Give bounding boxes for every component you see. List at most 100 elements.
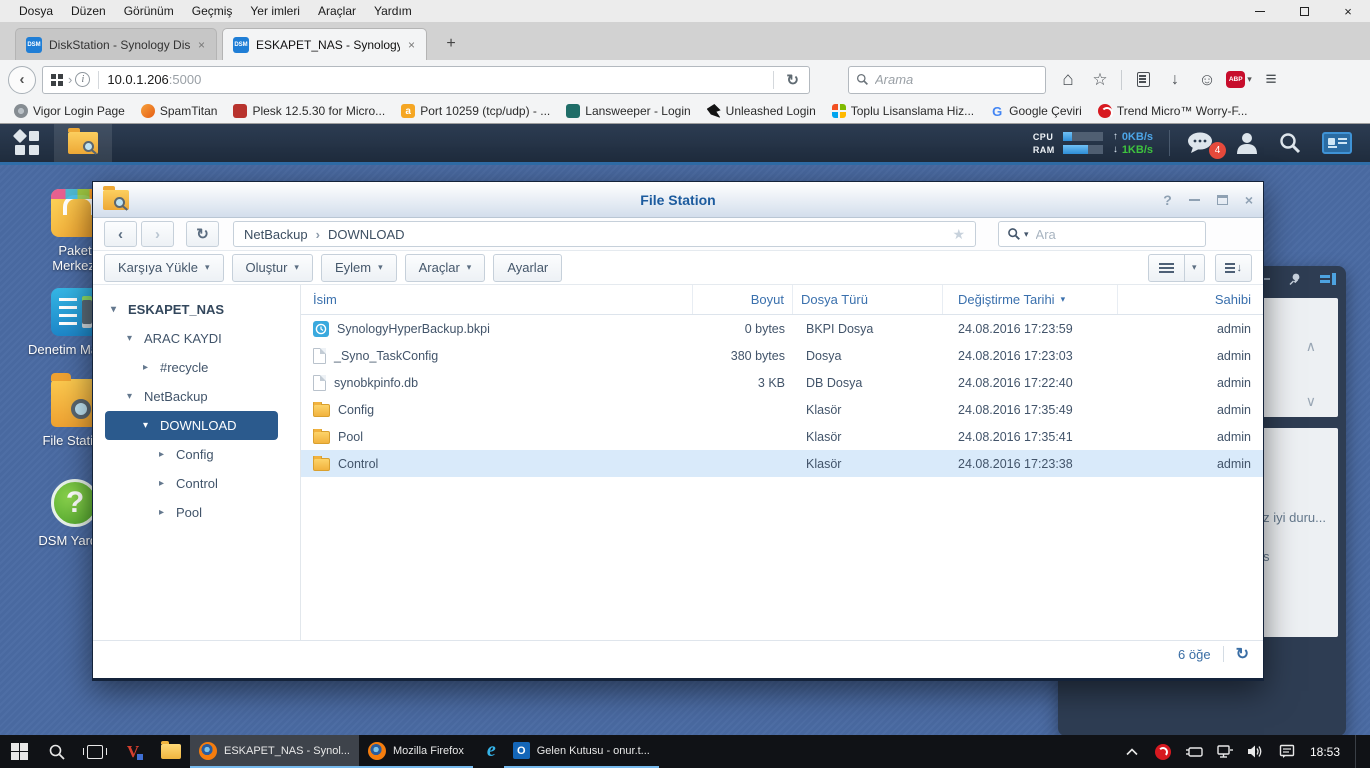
tree-item-control[interactable]: ▸ Control [93, 469, 300, 498]
menu-dosya[interactable]: Dosya [10, 1, 62, 21]
downloads-icon[interactable]: ↓ [1161, 66, 1189, 94]
notifications-button[interactable]: 4 [1186, 131, 1216, 155]
tree-item-download-selected[interactable]: ▾ DOWNLOAD [105, 411, 278, 440]
back-button[interactable]: ‹ [8, 66, 36, 94]
reload-icon[interactable]: ↻ [782, 71, 803, 89]
bookmark-trendmicro[interactable]: Trend Micro™ Worry-F... [1092, 102, 1254, 120]
trendmicro-tray-button[interactable] [1151, 739, 1175, 765]
file-row[interactable]: synobkpinfo.db 3 KB DB Dosya 24.08.2016 … [301, 369, 1263, 396]
bookmark-star-icon[interactable]: ☆ [1086, 66, 1114, 94]
tree-item-config[interactable]: ▸ Config [93, 440, 300, 469]
view-mode-button[interactable]: ▾ [1148, 254, 1205, 282]
task-view-button[interactable] [76, 735, 114, 768]
pin-icon[interactable] [1288, 272, 1302, 286]
bookmark-toplu[interactable]: Toplu Lisanslama Hiz... [826, 102, 980, 120]
window-close-icon[interactable]: × [1245, 192, 1253, 208]
window-help-icon[interactable]: ? [1163, 192, 1172, 208]
chevron-up-icon[interactable]: ∧ [1306, 338, 1316, 355]
breadcrumb-current[interactable]: DOWNLOAD [328, 227, 405, 242]
column-header-type[interactable]: Dosya Türü [793, 285, 943, 314]
main-menu-button[interactable] [0, 124, 54, 162]
tray-expand-button[interactable] [1120, 739, 1144, 765]
widget-dock-icon[interactable] [1320, 273, 1336, 285]
nav-back-button[interactable]: ‹ [104, 221, 137, 247]
menu-hamburger-icon[interactable]: ≡ [1257, 66, 1285, 94]
column-header-owner[interactable]: Sahibi [1118, 285, 1263, 314]
bookmark-lansweeper[interactable]: Lansweeper - Login [560, 102, 696, 120]
taskbar-tile-ie[interactable]: e [479, 735, 504, 768]
home-icon[interactable]: ⌂ [1054, 66, 1082, 94]
file-row[interactable]: SynologyHyperBackup.bkpi 0 bytes BKPI Do… [301, 315, 1263, 342]
tree-item-recycle[interactable]: ▸ #recycle [93, 353, 300, 382]
sort-button[interactable]: ↓ [1215, 254, 1253, 282]
favorite-star-icon[interactable]: ★ [952, 226, 965, 243]
taskbar-tile-outlook[interactable]: O Gelen Kutusu - onur.t... [504, 735, 659, 768]
tree-item-eskapet-nas[interactable]: ▾ ESKAPET_NAS [93, 295, 300, 324]
menu-duzen[interactable]: Düzen [62, 1, 115, 21]
new-tab-button[interactable]: + [438, 33, 464, 55]
column-header-date[interactable]: Değiştirme Tarihi ▾ [943, 285, 1118, 314]
taskbar-tile-firefox[interactable]: Mozilla Firefox [359, 735, 473, 768]
bookmark-vigor[interactable]: Vigor Login Page [8, 102, 131, 120]
file-row-highlighted[interactable]: Control Klasör 24.08.2016 17:23:38 admin [301, 450, 1263, 477]
file-search-input[interactable] [1036, 227, 1197, 242]
filestation-taskbar-button[interactable] [54, 124, 112, 162]
taskbar-search-button[interactable] [38, 735, 76, 768]
dsm-search-button[interactable] [1278, 131, 1302, 155]
window-maximize-icon[interactable] [1217, 195, 1228, 205]
site-identity-grid-icon[interactable] [51, 74, 63, 86]
tree-item-netbackup[interactable]: ▾ NetBackup [93, 382, 300, 411]
file-row[interactable]: Config Klasör 24.08.2016 17:35:49 admin [301, 396, 1263, 423]
menu-gecmis[interactable]: Geçmiş [183, 1, 242, 21]
start-button[interactable] [0, 735, 38, 768]
tree-expand-icon[interactable]: ▾ [143, 420, 153, 431]
list-view-icon[interactable] [1149, 255, 1184, 281]
breadcrumb[interactable]: NetBackup › DOWNLOAD ★ [233, 221, 976, 247]
search-options-caret-icon[interactable]: ▾ [1024, 229, 1029, 240]
window-minimize-icon[interactable] [1189, 199, 1200, 201]
tree-expand-icon[interactable]: ▸ [159, 507, 169, 518]
window-maximize-icon[interactable] [1282, 0, 1326, 22]
tree-expand-icon[interactable]: ▸ [159, 449, 169, 460]
upload-button[interactable]: Karşıya Yükle ▾ [104, 254, 224, 282]
tab-close-icon[interactable]: × [407, 38, 416, 52]
tree-expand-icon[interactable]: ▾ [111, 304, 121, 315]
action-button[interactable]: Eylem ▾ [321, 254, 397, 282]
bookmark-plesk[interactable]: Plesk 12.5.30 for Micro... [227, 102, 391, 120]
bookmark-port[interactable]: a Port 10259 (tcp/udp) - ... [395, 102, 556, 120]
file-explorer-button[interactable] [152, 735, 190, 768]
nav-refresh-button[interactable]: ↻ [186, 221, 219, 247]
breadcrumb-root[interactable]: NetBackup [244, 227, 308, 242]
pilot-view-button[interactable] [1322, 132, 1352, 154]
site-info-icon[interactable]: i [75, 72, 90, 87]
column-header-name[interactable]: İsim [301, 285, 693, 314]
file-row[interactable]: _Syno_TaskConfig 380 bytes Dosya 24.08.2… [301, 342, 1263, 369]
bookmark-google-ceviri[interactable]: G Google Çeviri [984, 102, 1088, 120]
window-close-icon[interactable]: × [1326, 0, 1370, 22]
menu-yardim[interactable]: Yardım [365, 1, 421, 21]
url-bar[interactable]: › i 10.0.1.206 :5000 ↻ [42, 66, 810, 94]
bookmark-unleashed[interactable]: Unleashed Login [701, 102, 822, 120]
bookmark-spamtitan[interactable]: SpamTitan [135, 102, 224, 120]
network-tray-button[interactable] [1213, 739, 1237, 765]
settings-button[interactable]: Ayarlar [493, 254, 562, 282]
tree-expand-icon[interactable]: ▸ [159, 478, 169, 489]
view-caret-icon[interactable]: ▾ [1184, 255, 1204, 281]
column-header-size[interactable]: Boyut [693, 285, 793, 314]
tab-close-icon[interactable]: × [197, 38, 206, 52]
tree-expand-icon[interactable]: ▸ [143, 362, 153, 373]
window-titlebar[interactable]: File Station ? × [93, 182, 1263, 218]
file-search-box[interactable]: ▾ [998, 221, 1206, 247]
show-desktop-button[interactable] [1355, 735, 1360, 768]
refresh-icon[interactable]: ↻ [1236, 644, 1249, 664]
adblock-plus-icon[interactable]: ABP ▾ [1225, 66, 1253, 94]
taskbar-tile-firefox-eskapet[interactable]: ESKAPET_NAS - Synol... [190, 735, 359, 768]
tab-diskstation[interactable]: DSM DiskStation - Synology Dis... × [15, 28, 217, 60]
chevron-down-icon[interactable]: ∨ [1306, 393, 1316, 410]
volume-tray-button[interactable] [1244, 739, 1268, 765]
tools-button[interactable]: Araçlar ▾ [405, 254, 486, 282]
clock[interactable]: 18:53 [1306, 745, 1348, 759]
menu-araclar[interactable]: Araçlar [309, 1, 365, 21]
file-row[interactable]: Pool Klasör 24.08.2016 17:35:41 admin [301, 423, 1263, 450]
tree-item-pool[interactable]: ▸ Pool [93, 498, 300, 527]
